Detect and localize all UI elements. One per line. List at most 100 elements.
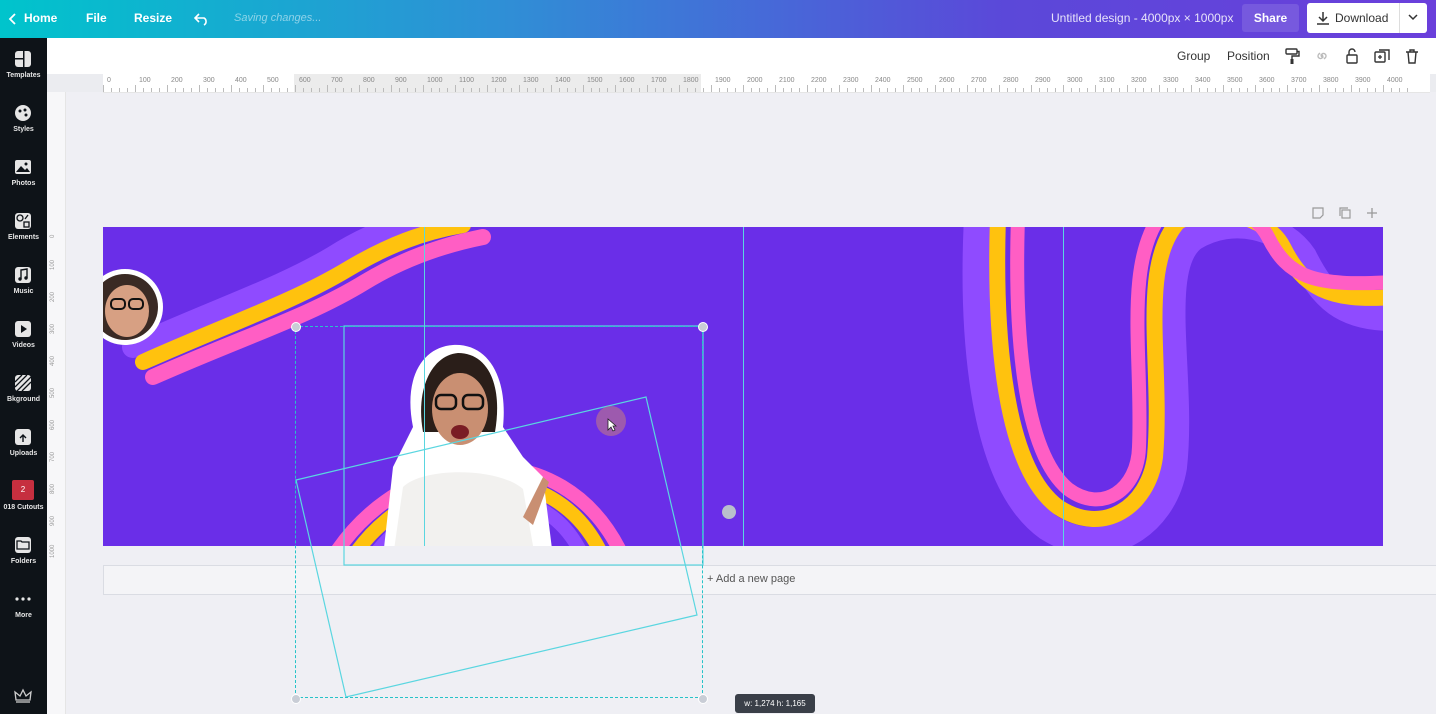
- ruler-mark: [1223, 85, 1224, 92]
- editor-toolbar: Group Position: [47, 38, 1436, 74]
- sidebar-item-elements[interactable]: Elements: [0, 204, 47, 258]
- ruler-mark: [831, 88, 832, 92]
- ruler-tick-label: 2700: [971, 77, 987, 84]
- ruler-mark: [871, 85, 872, 92]
- ruler-mark: [807, 85, 808, 92]
- ruler-mark: [1343, 88, 1344, 92]
- sidebar-item-photos[interactable]: Photos: [0, 150, 47, 204]
- sidebar-item-label: Folders: [10, 558, 37, 565]
- duplicate-icon[interactable]: [1374, 48, 1390, 64]
- add-icon[interactable]: [1365, 206, 1379, 220]
- sidebar-item-uploads[interactable]: Uploads: [0, 420, 47, 474]
- trash-icon[interactable]: [1404, 48, 1420, 64]
- group-button[interactable]: Group: [1177, 38, 1210, 74]
- ruler-mark: [263, 85, 264, 92]
- ruler-mark: [287, 88, 288, 92]
- folder-badge-icon: 2: [12, 480, 34, 500]
- sidebar-item-music[interactable]: Music: [0, 258, 47, 312]
- ruler-mark: [879, 88, 880, 92]
- sidebar-item-cutouts[interactable]: 2 018 Cutouts: [0, 474, 47, 528]
- stripes-right: [962, 227, 1383, 546]
- ruler-mark: [703, 88, 704, 92]
- ruler-tick-label: 4000: [1387, 77, 1403, 84]
- sidebar-item-templates[interactable]: Templates: [0, 42, 47, 96]
- ruler-mark: [167, 85, 168, 92]
- ruler-mark: [1159, 85, 1160, 92]
- ruler-mark: [1095, 85, 1096, 92]
- home-button[interactable]: Home: [8, 0, 57, 38]
- undo-button[interactable]: [193, 0, 210, 38]
- more-icon: [15, 597, 31, 601]
- ruler-mark: [767, 88, 768, 92]
- ruler-mark: [631, 88, 632, 92]
- position-button[interactable]: Position: [1227, 38, 1270, 74]
- copy-page-icon[interactable]: [1338, 206, 1352, 220]
- ruler-mark: [455, 85, 456, 92]
- ruler-tick-label: 500: [267, 77, 279, 84]
- ruler-mark: [1063, 85, 1064, 92]
- ruler-tick-label: 1500: [587, 77, 603, 84]
- design-title[interactable]: Untitled design - 4000px × 1000px: [1051, 0, 1233, 38]
- ruler-mark: [1007, 88, 1008, 92]
- sidebar-item-label: Bkground: [6, 396, 41, 403]
- sidebar-item-styles[interactable]: Styles: [0, 96, 47, 150]
- cursor-icon: [607, 418, 617, 432]
- ruler-mark: [527, 88, 528, 92]
- ruler-mark: [407, 88, 408, 92]
- sidebar-item-label: 018 Cutouts: [3, 504, 44, 511]
- ruler-tick-label: 3800: [1323, 77, 1339, 84]
- resize-handle[interactable]: [698, 694, 708, 704]
- ruler-mark: [1215, 88, 1216, 92]
- ruler-tick-label: 1400: [555, 77, 571, 84]
- ruler-mark: [223, 88, 224, 92]
- ruler-mark: [1111, 88, 1112, 92]
- ruler-tick-label: 1200: [491, 77, 507, 84]
- sidebar-item-folders[interactable]: Folders: [0, 528, 47, 582]
- ruler-mark: [775, 85, 776, 92]
- sidebar-item-videos[interactable]: Videos: [0, 312, 47, 366]
- file-menu[interactable]: File: [86, 0, 107, 38]
- resize-button[interactable]: Resize: [134, 0, 172, 38]
- sidebar-item-label: Styles: [13, 126, 34, 133]
- add-page-label[interactable]: + Add a new page: [707, 573, 795, 585]
- crown-icon[interactable]: [14, 688, 32, 704]
- palette-icon: [15, 105, 31, 121]
- vruler-tick-label: 0: [50, 234, 56, 238]
- link-icon[interactable]: [1314, 48, 1330, 64]
- ruler-mark: [543, 88, 544, 92]
- ruler-tick-label: 3500: [1227, 77, 1243, 84]
- undo-icon: [193, 13, 207, 26]
- music-icon: [15, 267, 31, 283]
- ruler-mark: [1311, 88, 1312, 92]
- ruler-mark: [375, 88, 376, 92]
- share-button[interactable]: Share: [1242, 4, 1299, 32]
- ruler-mark: [519, 85, 520, 92]
- ruler-tick-label: 2900: [1035, 77, 1051, 84]
- notes-icon[interactable]: [1311, 206, 1325, 220]
- sidebar-item-more[interactable]: More: [0, 582, 47, 636]
- photo-icon: [15, 160, 31, 174]
- download-options-button[interactable]: [1399, 3, 1427, 33]
- ruler-mark: [255, 88, 256, 92]
- ruler-mark: [463, 88, 464, 92]
- lock-icon[interactable]: [1344, 48, 1360, 64]
- paint-roller-icon[interactable]: [1284, 48, 1300, 64]
- ruler-mark: [119, 88, 120, 92]
- ruler-mark: [1231, 88, 1232, 92]
- selection-box[interactable]: [295, 326, 703, 698]
- download-button[interactable]: Download: [1307, 3, 1399, 33]
- ruler-mark: [1015, 88, 1016, 92]
- sidebar-item-background[interactable]: Bkground: [0, 366, 47, 420]
- folder-icon: [15, 537, 31, 553]
- resize-handle[interactable]: [291, 694, 301, 704]
- shapes-icon: [15, 213, 31, 229]
- ruler-mark: [1367, 88, 1368, 92]
- ruler-mark: [663, 88, 664, 92]
- resize-handle[interactable]: [291, 322, 301, 332]
- ruler-mark: [1295, 88, 1296, 92]
- ruler-mark: [991, 88, 992, 92]
- rotate-handle[interactable]: [722, 505, 736, 519]
- alignment-guide: [743, 227, 744, 546]
- ruler-mark: [575, 88, 576, 92]
- resize-handle[interactable]: [698, 322, 708, 332]
